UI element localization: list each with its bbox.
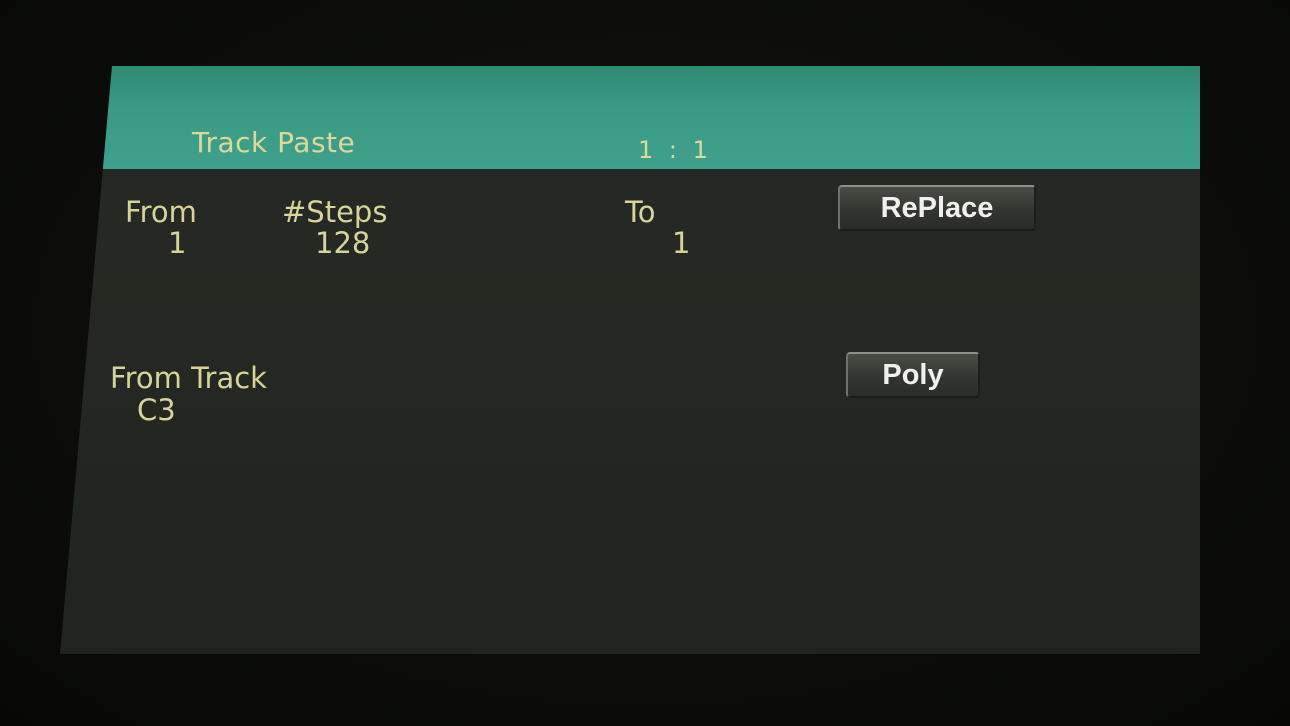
- steps-value[interactable]: 128: [315, 229, 370, 258]
- from-label: From: [125, 195, 197, 229]
- device-bezel: Track Paste 1 : 1 From 1 #Steps 128 To 1…: [0, 0, 1290, 726]
- poly-button[interactable]: Poly: [846, 352, 980, 398]
- from-value[interactable]: 1: [168, 229, 186, 258]
- from-track-label: From Track: [110, 361, 267, 395]
- from-track-value[interactable]: C3: [137, 396, 176, 425]
- position-indicator: 1 : 1: [638, 136, 712, 164]
- page-title: Track Paste: [192, 126, 356, 159]
- steps-label: #Steps: [282, 195, 388, 229]
- display-screen: Track Paste 1 : 1 From 1 #Steps 128 To 1…: [60, 66, 1200, 654]
- header-bar: Track Paste 1 : 1: [60, 66, 1200, 169]
- to-label: To: [625, 195, 656, 229]
- to-value[interactable]: 1: [672, 229, 690, 258]
- replace-button[interactable]: RePlace: [838, 185, 1036, 231]
